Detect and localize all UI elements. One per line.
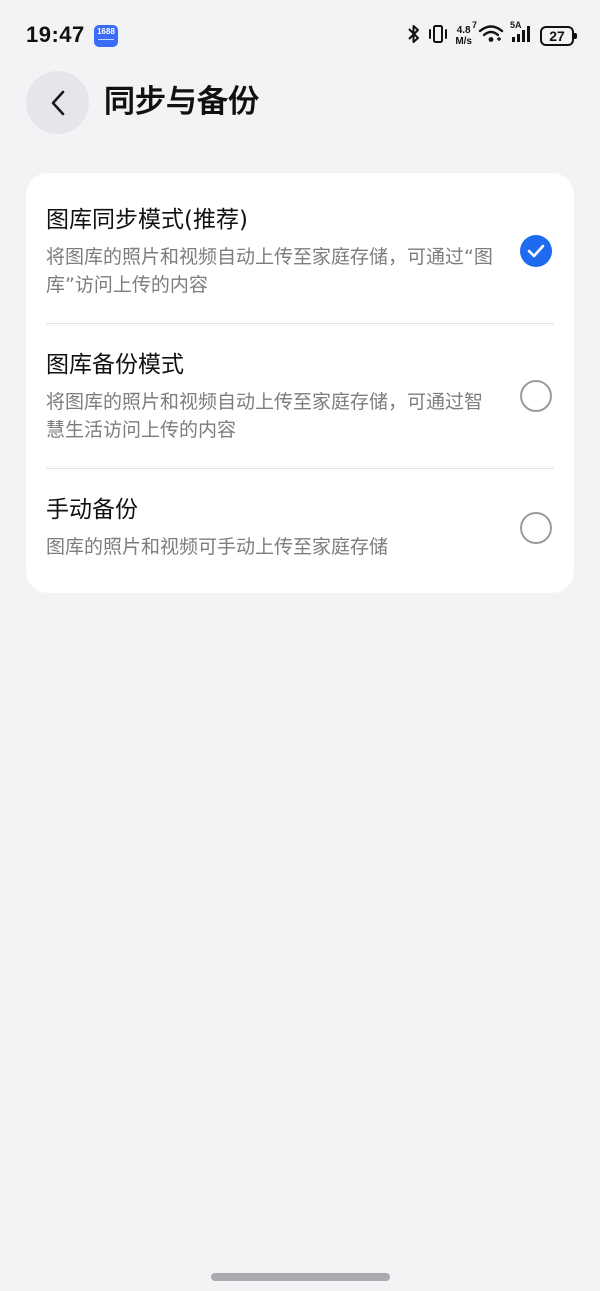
chevron-left-icon	[51, 90, 64, 115]
option-title: 图库备份模式	[46, 352, 184, 378]
status-time: 19:47	[26, 22, 85, 47]
network-speed: 4.8 M/s	[455, 25, 472, 47]
net-speed-value: 4.8	[456, 25, 471, 36]
page-title: 同步与备份	[104, 84, 259, 120]
divider	[46, 323, 554, 324]
bluetooth-icon	[407, 24, 421, 48]
option-title: 图库同步模式(推荐)	[46, 207, 248, 233]
app-notification-icon: 1688	[94, 25, 118, 47]
radio-empty-icon[interactable]	[520, 380, 552, 412]
wifi-label: 7	[472, 20, 478, 30]
option-manual-backup[interactable]: 手动备份 图库的照片和视频可手动上传至家庭存储	[46, 493, 554, 565]
cell-label: 5A	[510, 20, 522, 30]
app-badge-label: 1688	[97, 27, 115, 36]
status-bar: 19:47 1688 4.8 M/s 7 5A 27	[0, 0, 600, 70]
battery-icon: 27	[540, 26, 577, 46]
radio-selected-checkmark-icon[interactable]	[520, 235, 552, 267]
home-indicator[interactable]	[211, 1273, 390, 1281]
option-description: 将图库的照片和视频自动上传至家庭存储，可通过“图库”访问上传的内容	[46, 246, 493, 296]
status-icons: 4.8 M/s 7 5A 27	[407, 20, 577, 50]
option-title: 手动备份	[46, 497, 138, 523]
radio-empty-icon[interactable]	[520, 512, 552, 544]
sync-mode-card: 图库同步模式(推荐) 将图库的照片和视频自动上传至家庭存储，可通过“图库”访问上…	[26, 173, 574, 593]
net-speed-unit: M/s	[455, 36, 472, 47]
cellular-signal-icon: 5A	[510, 20, 534, 48]
option-gallery-backup[interactable]: 图库备份模式 将图库的照片和视频自动上传至家庭存储，可通过智慧生活访问上传的内容	[46, 348, 554, 448]
option-description: 将图库的照片和视频自动上传至家庭存储，可通过智慧生活访问上传的内容	[46, 391, 484, 441]
wifi-icon: 7	[472, 20, 504, 48]
option-gallery-sync[interactable]: 图库同步模式(推荐) 将图库的照片和视频自动上传至家庭存储，可通过“图库”访问上…	[46, 203, 554, 303]
vibrate-icon	[427, 24, 449, 48]
back-button[interactable]	[26, 71, 89, 134]
option-description: 图库的照片和视频可手动上传至家庭存储	[46, 536, 389, 558]
divider	[46, 468, 554, 469]
